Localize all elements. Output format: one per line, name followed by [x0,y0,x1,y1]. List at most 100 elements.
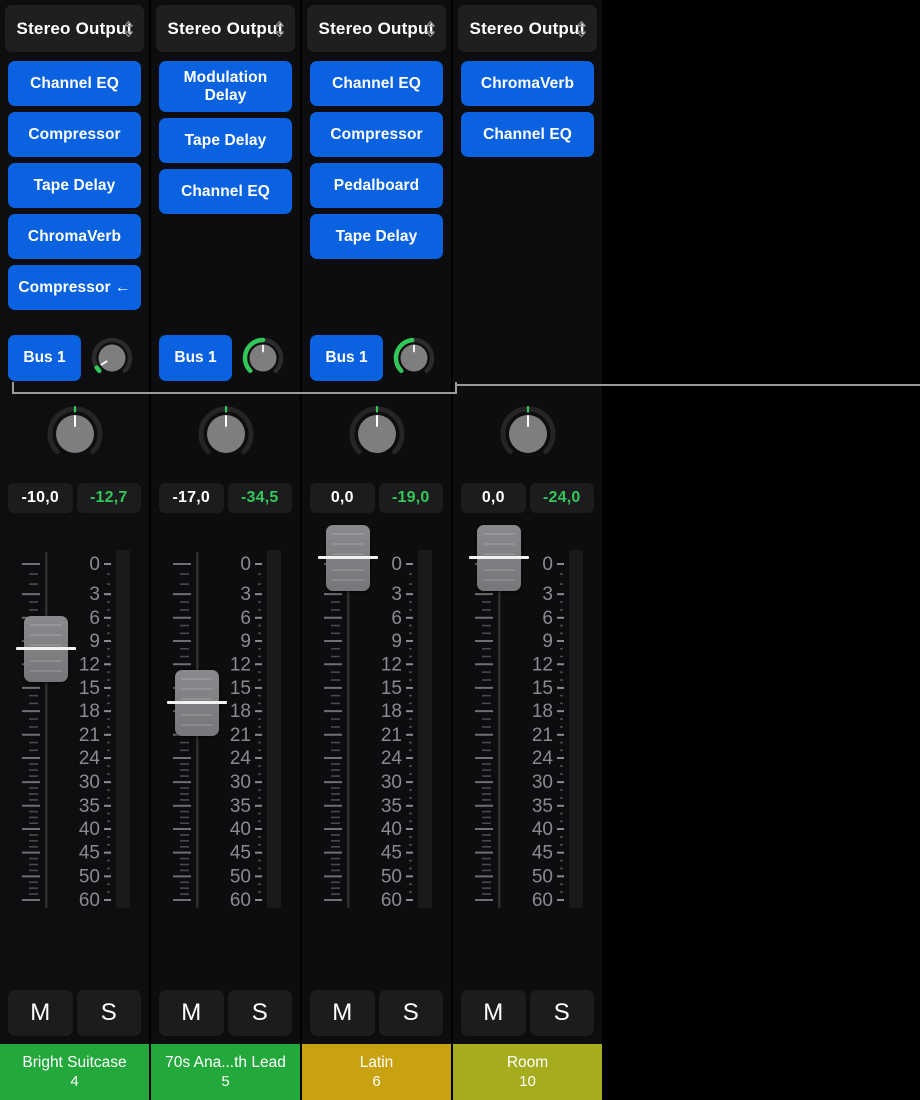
plugin-slot[interactable]: ChromaVerb [461,61,594,106]
plugin-slot[interactable]: Channel EQ [461,112,594,157]
svg-text:6: 6 [542,608,553,629]
send-destination-button[interactable]: Bus 1 [159,335,232,381]
svg-text:15: 15 [381,678,402,699]
channel-strip-2: Stereo Output Modulation Delay Tape Delay C… [151,0,300,1100]
svg-text:0: 0 [542,554,553,575]
pan-row [302,403,451,465]
svg-text:45: 45 [381,843,402,864]
pan-knob[interactable] [44,403,106,465]
svg-text:35: 35 [230,796,251,817]
fader-grip [30,623,62,626]
mute-button[interactable]: M [310,990,375,1036]
channel-strip-1: Stereo Output Channel EQ Compressor Tape De… [0,0,149,1100]
solo-button[interactable]: S [76,990,141,1036]
pan-knob[interactable] [195,403,257,465]
output-selector[interactable]: Stereo Output [458,5,597,52]
peak-level-display[interactable]: -24,0 [529,483,594,513]
svg-text:30: 30 [230,772,251,793]
fader-area: 0 3 6 9 12 15 18 21 24 30 35 40 45 50 60 [0,540,149,910]
output-selector[interactable]: Stereo Output [156,5,295,52]
svg-text:9: 9 [391,631,402,652]
fader-area: 0 3 6 9 12 15 18 21 24 30 35 40 45 50 60 [302,525,451,910]
send-row: Bus 1 [151,335,300,381]
peak-level-display[interactable]: -19,0 [378,483,443,513]
fader-grip [181,724,213,727]
output-selector[interactable]: Stereo Output [307,5,446,52]
send-level-knob[interactable] [391,335,437,381]
pan-row [453,403,602,465]
channel-number: 4 [70,1073,79,1090]
channel-name-plate[interactable]: Bright Suitcase 4 [0,1044,149,1100]
fader-value-display[interactable]: 0,0 [310,483,375,513]
mute-solo-row: MS [8,990,141,1036]
svg-text:12: 12 [230,654,251,675]
plugin-slot[interactable]: Tape Delay [310,214,443,259]
output-label: Stereo Output [318,19,435,38]
volume-fader[interactable] [16,615,76,682]
fader-grip [181,678,213,681]
plugin-slot[interactable]: Pedalboard [310,163,443,208]
pan-row [0,403,149,465]
volume-fader[interactable] [167,670,227,737]
send-destination-button[interactable]: Bus 1 [310,335,383,381]
mute-button[interactable]: M [461,990,526,1036]
fader-area: 0 3 6 9 12 15 18 21 24 30 35 40 45 50 60 [151,540,300,910]
svg-text:40: 40 [381,819,402,840]
plugin-slot[interactable]: Tape Delay [8,163,141,208]
fader-grip [181,688,213,691]
fader-grip [181,714,213,717]
mute-button[interactable]: M [8,990,73,1036]
plugin-slot[interactable]: Compressor [310,112,443,157]
solo-button[interactable]: S [529,990,594,1036]
channel-strip-3: Stereo Output Channel EQ Compressor Pedalbo… [302,0,451,1100]
plugin-slot[interactable]: Compressor ← [8,265,141,310]
plugin-slot[interactable]: Channel EQ [310,61,443,106]
volume-fader[interactable] [318,525,378,591]
channel-name-plate[interactable]: Room 10 [453,1044,602,1100]
fader-grip [332,533,364,535]
mute-solo-row: MS [310,990,443,1036]
svg-text:21: 21 [230,725,251,746]
plugin-slot[interactable]: Channel EQ [159,169,292,214]
mute-button[interactable]: M [159,990,224,1036]
solo-button[interactable]: S [378,990,443,1036]
fader-value-display[interactable]: -10,0 [8,483,73,513]
svg-text:0: 0 [391,554,402,575]
chevron-up-down-icon [274,20,285,38]
plugin-slot[interactable]: Compressor [8,112,141,157]
svg-text:24: 24 [230,748,252,769]
plugin-slot[interactable]: ChromaVerb [8,214,141,259]
svg-text:18: 18 [230,701,251,722]
peak-level-display[interactable]: -12,7 [76,483,141,513]
svg-text:6: 6 [240,608,251,629]
send-level-knob[interactable] [89,335,135,381]
send-destination-button[interactable]: Bus 1 [8,335,81,381]
value-readouts: -10,0 -12,7 [8,483,141,513]
channel-name: Latin [359,1054,394,1071]
send-level-knob[interactable] [240,335,286,381]
fader-grip [483,553,515,555]
peak-level-display[interactable]: -34,5 [227,483,292,513]
fader-grip [30,669,62,672]
svg-text:45: 45 [532,843,553,864]
plugin-slot[interactable]: Tape Delay [159,118,292,163]
fader-value-display[interactable]: -17,0 [159,483,224,513]
svg-text:0: 0 [240,554,251,575]
plugin-slot[interactable]: Modulation Delay [159,61,292,112]
output-label: Stereo Output [167,19,284,38]
output-selector[interactable]: Stereo Output [5,5,144,52]
pan-knob[interactable] [497,403,559,465]
volume-fader[interactable] [469,525,529,591]
channel-name-plate[interactable]: Latin 6 [302,1044,451,1100]
pan-knob[interactable] [346,403,408,465]
fader-grip [181,698,213,701]
fader-value-display[interactable]: 0,0 [461,483,526,513]
value-readouts: 0,0 -19,0 [310,483,443,513]
send-row: Bus 1 [0,335,149,381]
solo-button[interactable]: S [227,990,292,1036]
channel-strip-4: Stereo Output ChromaVerb Channel EQ 0,0 -24,… [453,0,602,1100]
svg-text:60: 60 [532,890,553,910]
plugin-slot[interactable]: Channel EQ [8,61,141,106]
fader-indicator-line [318,556,378,559]
channel-name-plate[interactable]: 70s Ana...th Lead 5 [151,1044,300,1100]
